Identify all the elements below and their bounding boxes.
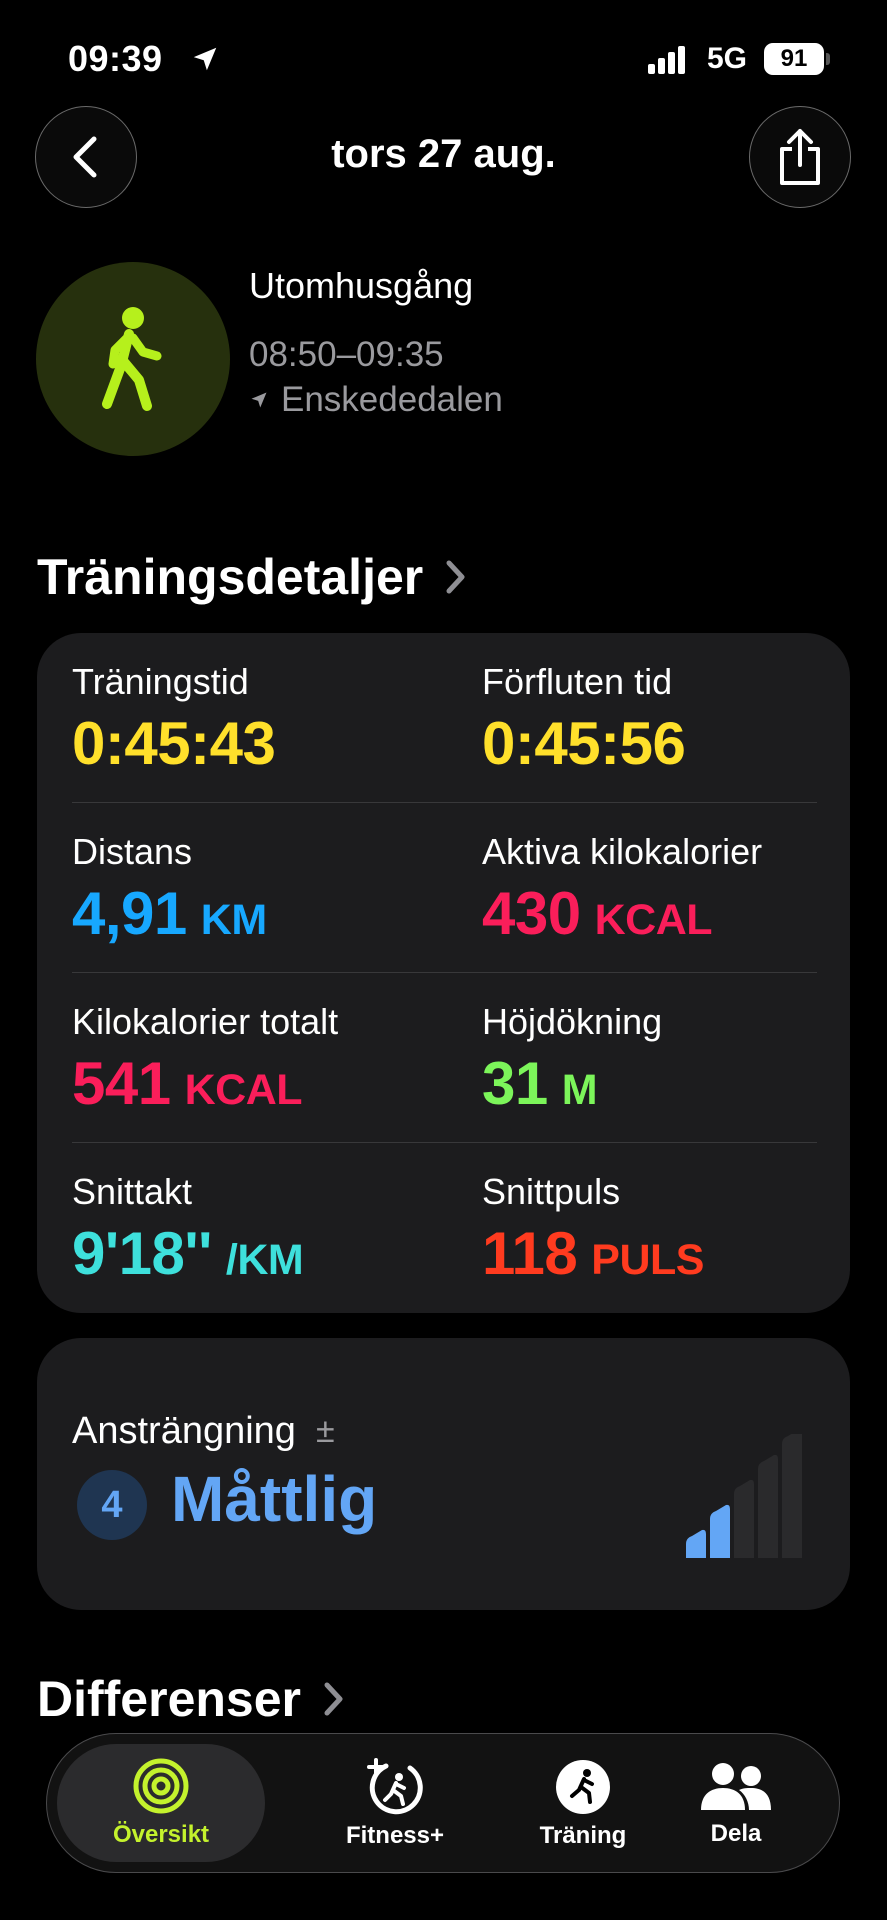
tab-label: Översikt xyxy=(112,1821,210,1848)
battery-nub xyxy=(826,53,830,65)
metric-training-time: Träningstid 0:45:43 xyxy=(72,661,289,778)
metric-value: 0:45:56 xyxy=(482,710,686,777)
walking-figure-icon xyxy=(102,307,162,411)
section-title: Differenser xyxy=(37,1671,301,1727)
metrics-row: Kilokalorier totalt 541 KCAL Höjdökning 3… xyxy=(72,973,817,1143)
metric-label: Snittpuls xyxy=(482,1171,621,1212)
metrics-card: Träningstid 0:45:43 Förfluten tid 0:45:5… xyxy=(37,633,850,1313)
differences-header[interactable]: Differenser xyxy=(37,1670,345,1728)
metric-value: 541 KCAL xyxy=(72,1050,303,1117)
plus-minus-icon: ± xyxy=(315,1412,335,1450)
metric-value: 0:45:43 xyxy=(72,710,276,777)
effort-bars-icon xyxy=(686,1434,802,1558)
effort-bar xyxy=(710,1504,730,1558)
metric-label: Höjdökning xyxy=(482,1001,663,1042)
metrics-row: Snittakt 9'18''/KM Snittpuls 118 PULS xyxy=(72,1143,817,1313)
metric-label: Förfluten tid xyxy=(482,661,673,702)
sharing-people-icon xyxy=(701,1763,771,1810)
metrics-row: Träningstid 0:45:43 Förfluten tid 0:45:5… xyxy=(72,633,817,803)
metric-label: Snittakt xyxy=(72,1171,193,1212)
metric-value: 4,91 KM xyxy=(72,880,267,947)
tab-sharing[interactable]: Dela xyxy=(641,1734,831,1874)
training-details-header[interactable]: Träningsdetaljer xyxy=(37,548,467,606)
location-arrow-icon xyxy=(193,47,217,71)
tab-label: Dela xyxy=(710,1820,762,1847)
effort-bar xyxy=(734,1479,754,1558)
tab-overview[interactable]: Översikt xyxy=(57,1744,265,1862)
effort-label: Ansträngning ± xyxy=(72,1410,335,1453)
share-button[interactable] xyxy=(749,106,851,208)
metric-avg-pace: Snittakt 9'18''/KM xyxy=(72,1171,304,1288)
network-type: 5G xyxy=(707,42,748,75)
effort-score-badge: 4 xyxy=(77,1470,147,1540)
metric-value: 430 KCAL xyxy=(482,880,713,947)
metric-elapsed-time: Förfluten tid 0:45:56 xyxy=(482,661,699,778)
workout-type: Utomhusgång xyxy=(249,265,474,306)
workout-location: Enskededalen xyxy=(249,380,503,420)
share-icon xyxy=(780,129,820,185)
status-time: 09:39 xyxy=(68,38,163,79)
metric-label: Kilokalorier totalt xyxy=(72,1001,339,1042)
location-arrow-icon xyxy=(251,392,267,408)
cellular-signal-icon xyxy=(648,46,685,74)
metric-distance: Distans 4,91 KM xyxy=(72,831,267,948)
metric-total-kcal: Kilokalorier totalt 541 KCAL xyxy=(72,1001,338,1118)
effort-card[interactable]: Ansträngning ± 4 Måttlig xyxy=(37,1338,850,1610)
metric-label: Aktiva kilokalorier xyxy=(482,831,763,872)
tab-fitness-plus[interactable]: Fitness+ xyxy=(300,1734,490,1874)
effort-bar xyxy=(758,1454,778,1558)
workout-type-badge xyxy=(36,262,230,456)
metric-value: 31 M xyxy=(482,1050,598,1117)
effort-bar xyxy=(686,1529,706,1558)
section-title: Träningsdetaljer xyxy=(37,549,424,605)
status-bar: 09:39 5G 91 xyxy=(0,0,887,110)
metric-avg-heart-rate: Snittpuls 118 PULS xyxy=(482,1171,704,1288)
effort-level: Måttlig xyxy=(171,1463,378,1535)
effort-bar xyxy=(782,1434,802,1558)
battery-level: 91 xyxy=(764,43,824,75)
tab-label: Träning xyxy=(539,1822,627,1849)
tab-label: Fitness+ xyxy=(345,1822,445,1849)
metrics-row: Distans 4,91 KM Aktiva kilokalorier 430 KC… xyxy=(72,803,817,973)
chevron-right-icon xyxy=(446,560,465,594)
chevron-right-icon xyxy=(324,1682,343,1716)
tab-bar: Översikt Fitness+ Träning Dela xyxy=(46,1733,840,1873)
metric-elevation-gain: Höjdökning 31 M xyxy=(482,1001,662,1118)
metric-value: 9'18''/KM xyxy=(72,1220,304,1287)
effort-title: Ansträngning xyxy=(72,1410,296,1452)
metric-value: 118 PULS xyxy=(482,1220,704,1287)
workout-time-range: 08:50–09:35 xyxy=(249,335,444,374)
activity-rings-icon xyxy=(133,1758,189,1814)
metric-label: Träningstid xyxy=(72,661,249,702)
workout-runner-icon xyxy=(556,1760,610,1814)
metric-active-kcal: Aktiva kilokalorier 430 KCAL xyxy=(482,831,762,948)
workout-location-name: Enskededalen xyxy=(281,380,503,419)
fitness-plus-icon xyxy=(367,1758,423,1815)
metric-label: Distans xyxy=(72,831,193,872)
